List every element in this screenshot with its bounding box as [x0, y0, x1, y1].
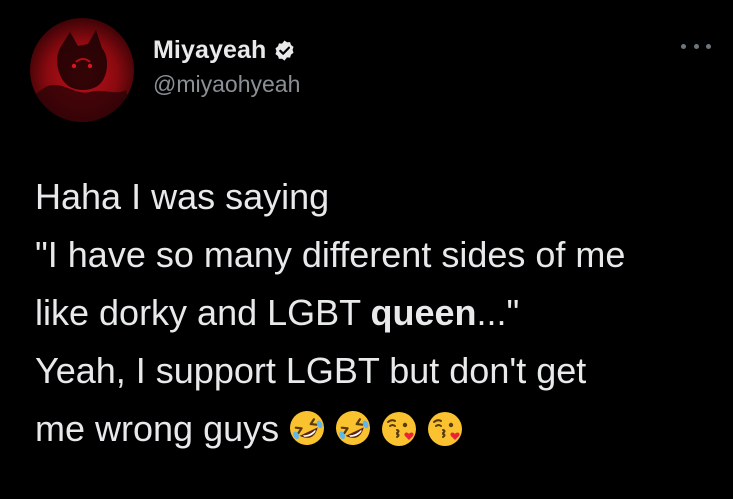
avatar-image — [30, 30, 134, 122]
tweet-line-5: me wrong guys — [35, 400, 725, 458]
more-dot — [706, 43, 711, 49]
tweet-text: Haha I was saying "I have so many differ… — [35, 168, 725, 458]
tweet-line-3-post: ..." — [476, 292, 520, 333]
more-horizontal-icon[interactable] — [681, 38, 711, 54]
rofl-emoji-icon — [333, 408, 373, 448]
tweet-line-3: like dorky and LGBT queen..." — [35, 284, 725, 342]
user-handle[interactable]: @miyaohyeah — [153, 71, 300, 98]
tweet-line-4: Yeah, I support LGBT but don't get — [35, 350, 587, 391]
author-block: Miyayeah @miyaohyeah — [153, 34, 300, 98]
tweet-line-2: "I have so many different sides of me — [35, 234, 626, 275]
more-dot — [693, 43, 699, 49]
more-dot — [681, 43, 686, 49]
emoji-group — [287, 408, 471, 448]
kissing-heart-emoji-icon — [425, 408, 465, 448]
tweet-bold-word: queen — [370, 292, 477, 333]
tweet-line-5-text: me wrong guys — [35, 408, 280, 449]
tweet-line-3-pre: like dorky and LGBT — [35, 292, 371, 333]
avatar[interactable] — [30, 18, 134, 122]
tweet-line-1: Haha I was saying — [35, 176, 330, 217]
tweet-card: Miyayeah @miyaohyeah Haha I was saying "… — [0, 0, 733, 499]
kissing-heart-emoji-icon — [379, 408, 419, 448]
rofl-emoji-icon — [287, 408, 327, 448]
verified-badge-icon — [273, 39, 296, 62]
name-row: Miyayeah — [153, 34, 300, 66]
display-name[interactable]: Miyayeah — [153, 36, 266, 65]
